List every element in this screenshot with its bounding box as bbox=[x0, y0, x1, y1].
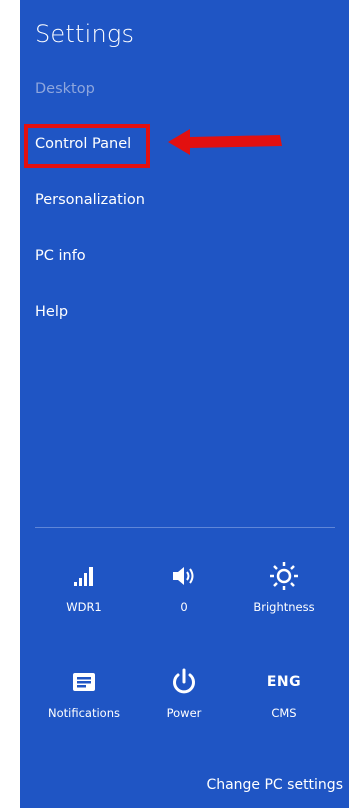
brightness-tile[interactable]: Brightness bbox=[236, 560, 332, 614]
power-label: Power bbox=[166, 706, 202, 720]
panel-title: Settings bbox=[35, 20, 135, 48]
change-pc-settings-link[interactable]: Change PC settings bbox=[206, 777, 343, 793]
menu-item-help[interactable]: Help bbox=[35, 302, 68, 322]
notifications-tile[interactable]: Notifications bbox=[36, 666, 132, 720]
power-icon bbox=[136, 666, 232, 698]
divider bbox=[35, 527, 335, 528]
keyboard-language-code: ENG bbox=[266, 674, 302, 690]
control-panel-highlight-box bbox=[24, 124, 150, 168]
keyboard-label: CMS bbox=[271, 706, 297, 720]
network-signal-icon bbox=[36, 560, 132, 592]
speaker-icon bbox=[136, 560, 232, 592]
network-tile[interactable]: WDR1 bbox=[36, 560, 132, 614]
pointer-arrow-icon bbox=[168, 129, 282, 155]
menu-item-personalization[interactable]: Personalization bbox=[35, 190, 145, 210]
notifications-label: Notifications bbox=[48, 706, 120, 720]
volume-label: 0 bbox=[180, 600, 188, 614]
notifications-icon bbox=[36, 666, 132, 698]
network-label: WDR1 bbox=[66, 600, 102, 614]
volume-tile[interactable]: 0 bbox=[136, 560, 232, 614]
brightness-label: Brightness bbox=[253, 600, 315, 614]
keyboard-tile[interactable]: ENG CMS bbox=[236, 666, 332, 720]
menu-item-pc-info[interactable]: PC info bbox=[35, 246, 86, 266]
menu-item-desktop: Desktop bbox=[35, 81, 95, 97]
sun-icon bbox=[236, 560, 332, 592]
keyboard-language-icon: ENG bbox=[236, 666, 332, 698]
settings-charm-panel: Settings Desktop Control Panel Personali… bbox=[20, 0, 349, 808]
power-tile[interactable]: Power bbox=[136, 666, 232, 720]
